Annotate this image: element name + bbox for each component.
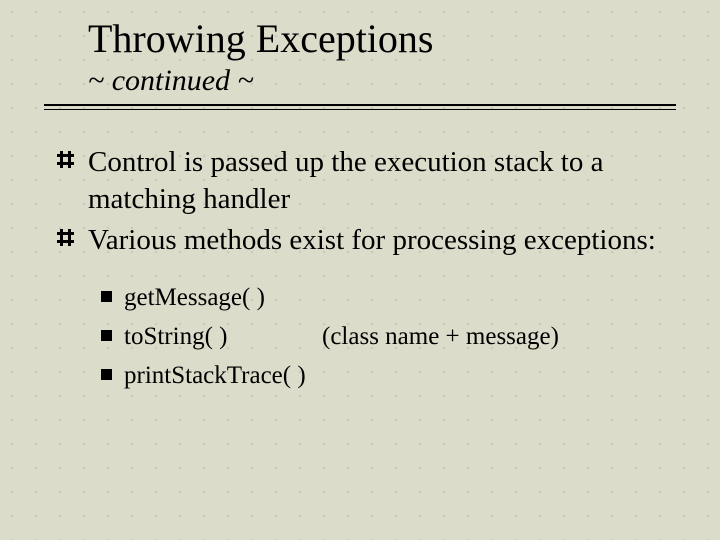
sub-item-label: printStackTrace( ) bbox=[124, 357, 322, 396]
main-bullet-list: Control is passed up the execution stack… bbox=[88, 144, 676, 396]
square-bullet-icon bbox=[101, 291, 112, 302]
list-item: toString( ) (class name + message) bbox=[124, 318, 676, 357]
list-item: Various methods exist for processing exc… bbox=[88, 222, 676, 395]
sub-bullet-list: getMessage( ) toString( ) (class name + … bbox=[124, 279, 676, 395]
square-bullet-icon bbox=[101, 369, 112, 380]
slide-subtitle: ~ continued ~ bbox=[88, 64, 676, 98]
hash-bullet-icon bbox=[57, 229, 74, 246]
list-item-text: Various methods exist for processing exc… bbox=[88, 224, 656, 256]
square-bullet-icon bbox=[101, 330, 112, 341]
title-divider bbox=[44, 104, 676, 110]
list-item-text: Control is passed up the execution stack… bbox=[88, 146, 603, 215]
slide-title: Throwing Exceptions bbox=[88, 16, 676, 62]
sub-item-label: toString( ) bbox=[124, 318, 322, 357]
list-item: printStackTrace( ) bbox=[124, 357, 676, 396]
sub-item-label: getMessage( ) bbox=[124, 279, 322, 318]
divider-thin bbox=[44, 109, 676, 110]
list-item: getMessage( ) bbox=[124, 279, 676, 318]
list-item: Control is passed up the execution stack… bbox=[88, 144, 676, 218]
sub-item-note: (class name + message) bbox=[322, 318, 559, 357]
divider-thick bbox=[44, 104, 676, 106]
slide: Throwing Exceptions ~ continued ~ Contro… bbox=[0, 0, 720, 396]
hash-bullet-icon bbox=[57, 151, 74, 168]
